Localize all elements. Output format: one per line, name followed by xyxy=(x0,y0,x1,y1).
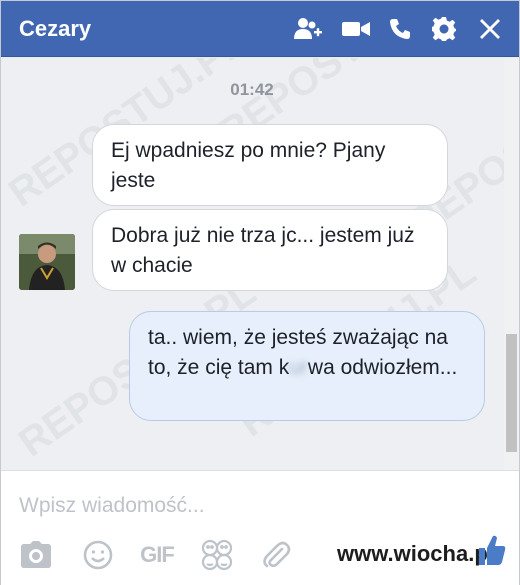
camera-icon[interactable] xyxy=(19,538,53,572)
close-icon[interactable] xyxy=(475,15,505,43)
paperclip-icon[interactable] xyxy=(259,538,293,572)
message-input[interactable] xyxy=(19,489,489,523)
chat-header: Cezary xyxy=(1,1,519,57)
conversation-scrollbar[interactable] xyxy=(504,58,519,470)
message-composer: GIF xyxy=(1,470,519,585)
smiley-icon[interactable] xyxy=(81,538,115,572)
chat-title[interactable]: Cezary xyxy=(19,16,91,42)
chat-window: Cezary REPOSTUJ.PL 01:42 Ej wpadniesz po… xyxy=(0,0,520,585)
message-timestamp: 01:42 xyxy=(230,80,274,99)
censored-text: ur xyxy=(289,356,308,379)
site-watermark: www.wiocha.pl xyxy=(337,541,494,566)
conversation-area[interactable]: REPOSTUJ.PL REPOSTUJ.PL REPOSTUJ.PL REPO… xyxy=(1,58,519,470)
gear-icon[interactable] xyxy=(429,15,459,43)
gif-icon[interactable]: GIF xyxy=(137,538,177,572)
stickers-icon[interactable] xyxy=(199,538,235,572)
gif-label: GIF xyxy=(140,542,175,567)
add-person-icon[interactable] xyxy=(293,15,323,43)
scrollbar-thumb[interactable] xyxy=(506,334,517,452)
message-text: Dobra już nie trza jc... jestem już w ch… xyxy=(111,224,415,277)
phone-icon[interactable] xyxy=(385,15,415,43)
incoming-message-bubble[interactable]: Dobra już nie trza jc... jestem już w ch… xyxy=(92,209,448,291)
incoming-message-bubble[interactable]: Ej wpadniesz po mnie? Pjany jeste xyxy=(92,124,448,206)
message-text: wa odwiozłem... xyxy=(307,356,458,379)
video-camera-icon[interactable] xyxy=(341,15,371,43)
message-text: Ej wpadniesz po mnie? Pjany jeste xyxy=(111,139,386,192)
thumbs-up-icon[interactable] xyxy=(477,533,507,567)
avatar[interactable] xyxy=(19,234,75,290)
outgoing-message-bubble[interactable]: ta.. wiem, że jesteś zważając na to, że … xyxy=(129,311,485,421)
